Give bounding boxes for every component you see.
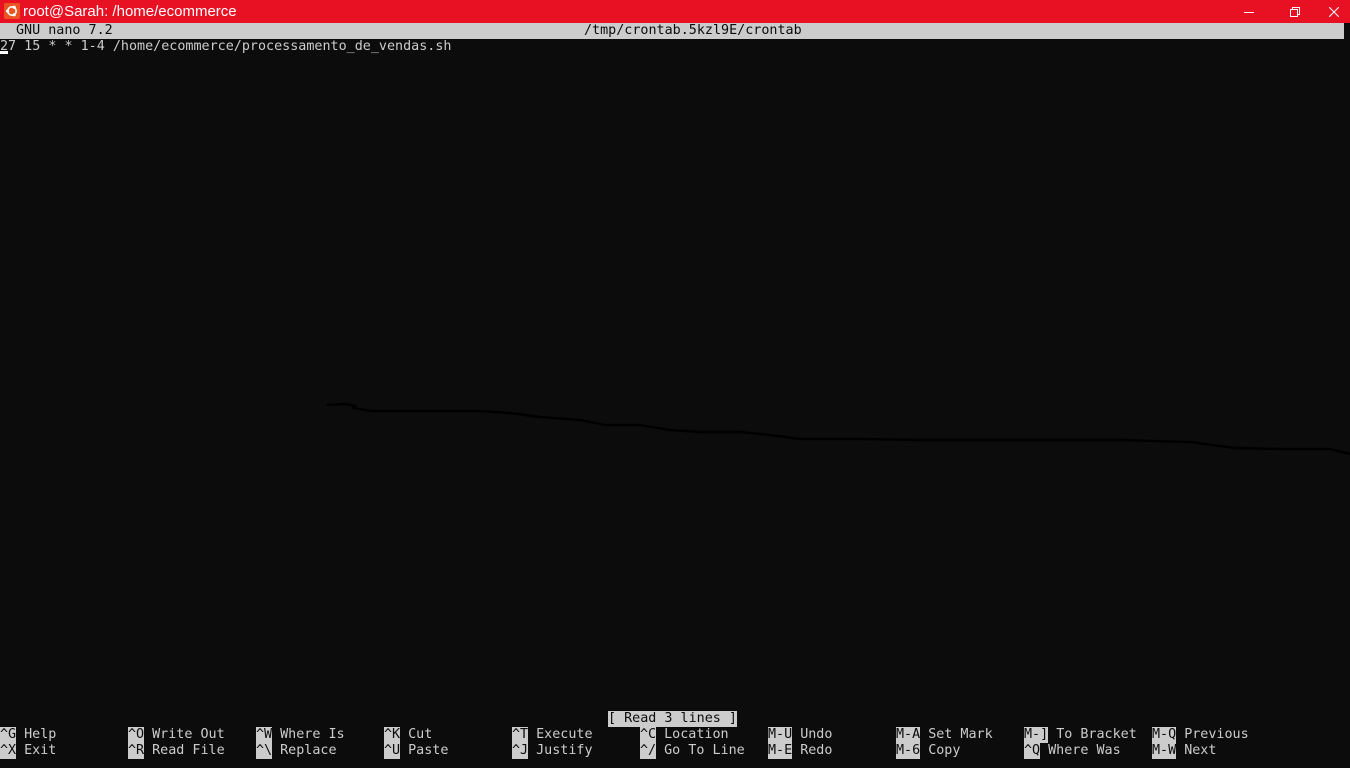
status-message: [ Read 3 lines ] <box>608 711 737 727</box>
shortcut-row1-0[interactable]: ^G Help <box>0 727 56 743</box>
shortcut-key: ^X <box>0 743 17 759</box>
restore-button[interactable] <box>1272 0 1318 23</box>
shortcut-row1-6[interactable]: M-U Undo <box>768 727 832 743</box>
shortcut-row2-2[interactable]: ^\ Replace <box>256 743 337 759</box>
shortcut-label: Previous <box>1184 727 1249 742</box>
shortcut-row1-7[interactable]: M-A Set Mark <box>896 727 993 743</box>
shortcut-row2-1[interactable]: ^R Read File <box>128 743 225 759</box>
shortcut-key: ^G <box>0 727 17 743</box>
shortcut-label: Where Was <box>1048 743 1121 758</box>
shortcut-row1-8[interactable]: M-] To Bracket <box>1024 727 1137 743</box>
shortcut-key: M-Q <box>1152 727 1177 743</box>
shortcut-label: Cut <box>408 727 433 742</box>
shortcut-label: Go To Line <box>664 743 745 758</box>
shortcut-key: ^C <box>640 727 657 743</box>
shortcut-row1-4[interactable]: ^T Execute <box>512 727 593 743</box>
minimize-icon <box>1244 7 1254 17</box>
shortcut-key: M-A <box>896 727 921 743</box>
window-title-bar[interactable]: root@Sarah: /home/ecommerce <box>0 0 1350 23</box>
restore-icon <box>1290 6 1300 17</box>
shortcut-label: Next <box>1184 743 1217 758</box>
shortcut-row1-1[interactable]: ^O Write Out <box>128 727 225 743</box>
shortcut-key: M-6 <box>896 743 921 759</box>
close-button[interactable] <box>1318 0 1350 23</box>
shortcut-label: Redo <box>800 743 833 758</box>
shortcut-label: Execute <box>536 727 593 742</box>
shortcut-key: ^T <box>512 727 529 743</box>
close-icon <box>1329 6 1339 17</box>
shortcut-key: ^J <box>512 743 529 759</box>
shortcut-label: To Bracket <box>1056 727 1137 742</box>
shortcut-label: Set Mark <box>928 727 993 742</box>
shortcut-label: Where Is <box>280 727 345 742</box>
shortcut-row1-5[interactable]: ^C Location <box>640 727 729 743</box>
shortcut-row2-3[interactable]: ^U Paste <box>384 743 448 759</box>
shortcut-key: ^W <box>256 727 273 743</box>
shortcut-row2-5[interactable]: ^/ Go To Line <box>640 743 745 759</box>
window-title: root@Sarah: /home/ecommerce <box>23 3 237 20</box>
shortcut-row2-4[interactable]: ^J Justify <box>512 743 593 759</box>
shortcut-key: ^R <box>128 743 145 759</box>
shortcut-label: Undo <box>800 727 833 742</box>
shortcut-row2-6[interactable]: M-E Redo <box>768 743 832 759</box>
shortcut-label: Location <box>664 727 729 742</box>
shortcut-label: Exit <box>24 743 57 758</box>
shortcut-key: ^U <box>384 743 401 759</box>
shortcut-label: Read File <box>152 743 225 758</box>
shortcut-label: Replace <box>280 743 337 758</box>
shortcut-row2-7[interactable]: M-6 Copy <box>896 743 960 759</box>
shortcut-key: M-U <box>768 727 793 743</box>
shortcut-row2-8[interactable]: ^Q Where Was <box>1024 743 1121 759</box>
shortcut-label: Write Out <box>152 727 225 742</box>
shortcut-row2-9[interactable]: M-W Next <box>1152 743 1216 759</box>
shortcut-label: Copy <box>928 743 961 758</box>
scribble-line <box>326 402 1350 456</box>
shortcut-label: Justify <box>536 743 593 758</box>
shortcut-label: Help <box>24 727 57 742</box>
shortcut-key: M-W <box>1152 743 1177 759</box>
shortcut-key: ^\ <box>256 743 273 759</box>
shortcut-key: ^O <box>128 727 145 743</box>
shortcut-row1-3[interactable]: ^K Cut <box>384 727 432 743</box>
shortcut-label: Paste <box>408 743 449 758</box>
shortcut-row1-2[interactable]: ^W Where Is <box>256 727 345 743</box>
shortcut-key: ^K <box>384 727 401 743</box>
shortcut-key: M-] <box>1024 727 1049 743</box>
shortcut-row2-0[interactable]: ^X Exit <box>0 743 56 759</box>
ubuntu-logo-icon[interactable] <box>4 3 20 19</box>
shortcut-key: ^/ <box>640 743 657 759</box>
shortcut-key: M-E <box>768 743 793 759</box>
minimize-button[interactable] <box>1226 0 1272 23</box>
shortcut-row1-9[interactable]: M-Q Previous <box>1152 727 1249 743</box>
shortcut-key: ^Q <box>1024 743 1041 759</box>
terminal-area[interactable]: GNU nano 7.2 /tmp/crontab.5kzl9E/crontab… <box>0 23 1350 768</box>
